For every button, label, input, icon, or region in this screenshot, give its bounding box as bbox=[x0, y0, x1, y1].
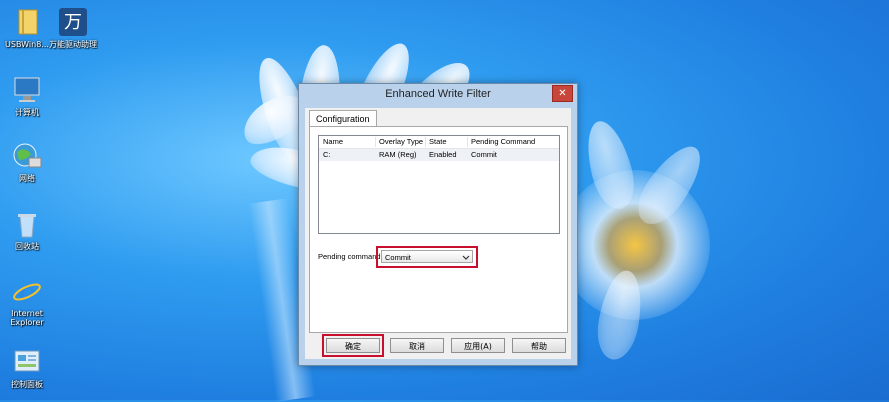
desktop-icon-control-panel[interactable]: 控制面板 bbox=[0, 346, 54, 389]
svg-text:e: e bbox=[19, 276, 36, 307]
pending-command-value: Commit bbox=[385, 253, 411, 262]
cancel-button[interactable]: 取消 bbox=[390, 338, 444, 353]
desktop-icon-internet-explorer[interactable]: e Internet Explorer bbox=[0, 275, 54, 327]
pending-command-highlight: Commit bbox=[376, 246, 478, 268]
dialog-client: Configuration Name Overlay Type State Pe… bbox=[305, 108, 571, 359]
internet-explorer-icon: e bbox=[11, 275, 43, 309]
dialog-title: Enhanced Write Filter bbox=[385, 88, 491, 100]
volume-list[interactable]: Name Overlay Type State Pending Command … bbox=[318, 135, 560, 234]
driver-app-icon: 万 bbox=[57, 6, 89, 38]
configuration-panel: Name Overlay Type State Pending Command … bbox=[309, 126, 568, 333]
cell-pending-command: Commit bbox=[471, 150, 497, 159]
cell-name: C: bbox=[323, 150, 331, 159]
pending-command-select[interactable]: Commit bbox=[381, 250, 473, 263]
desktop-icon-recycle-bin[interactable]: 回收站 bbox=[0, 208, 54, 251]
cell-overlay-type: RAM (Reg) bbox=[379, 150, 417, 159]
svg-text:万: 万 bbox=[64, 12, 82, 33]
recycle-bin-icon bbox=[11, 208, 43, 240]
help-button[interactable]: 帮助 bbox=[512, 338, 566, 353]
cell-state: Enabled bbox=[429, 150, 457, 159]
column-header-state[interactable]: State bbox=[429, 136, 447, 148]
apply-button[interactable]: 应用(A) bbox=[451, 338, 505, 353]
ewf-dialog: Enhanced Write Filter ✕ Configuration Na… bbox=[298, 83, 578, 366]
list-header: Name Overlay Type State Pending Command bbox=[319, 136, 559, 149]
network-icon bbox=[11, 140, 43, 172]
folder-icon bbox=[11, 6, 43, 38]
column-header-overlay-type[interactable]: Overlay Type bbox=[379, 136, 423, 148]
close-button[interactable]: ✕ bbox=[552, 85, 573, 102]
chevron-down-icon bbox=[462, 251, 470, 268]
table-row[interactable]: C: RAM (Reg) Enabled Commit bbox=[319, 149, 559, 161]
desktop-icon-network[interactable]: 网络 bbox=[0, 140, 54, 183]
control-panel-icon bbox=[11, 346, 43, 378]
pending-command-label: Pending command: bbox=[318, 252, 383, 261]
desktop-icon-computer[interactable]: 计算机 bbox=[0, 74, 54, 117]
column-header-pending-command[interactable]: Pending Command bbox=[471, 136, 535, 148]
close-icon: ✕ bbox=[558, 88, 567, 99]
dialog-titlebar[interactable]: Enhanced Write Filter ✕ bbox=[299, 84, 577, 106]
desktop-icon-driver-assistant[interactable]: 万 万能驱动助理 bbox=[46, 6, 100, 49]
column-header-name[interactable]: Name bbox=[323, 136, 343, 148]
tab-configuration[interactable]: Configuration bbox=[309, 110, 377, 127]
ok-button[interactable]: 确定 bbox=[326, 338, 380, 353]
computer-icon bbox=[11, 74, 43, 106]
